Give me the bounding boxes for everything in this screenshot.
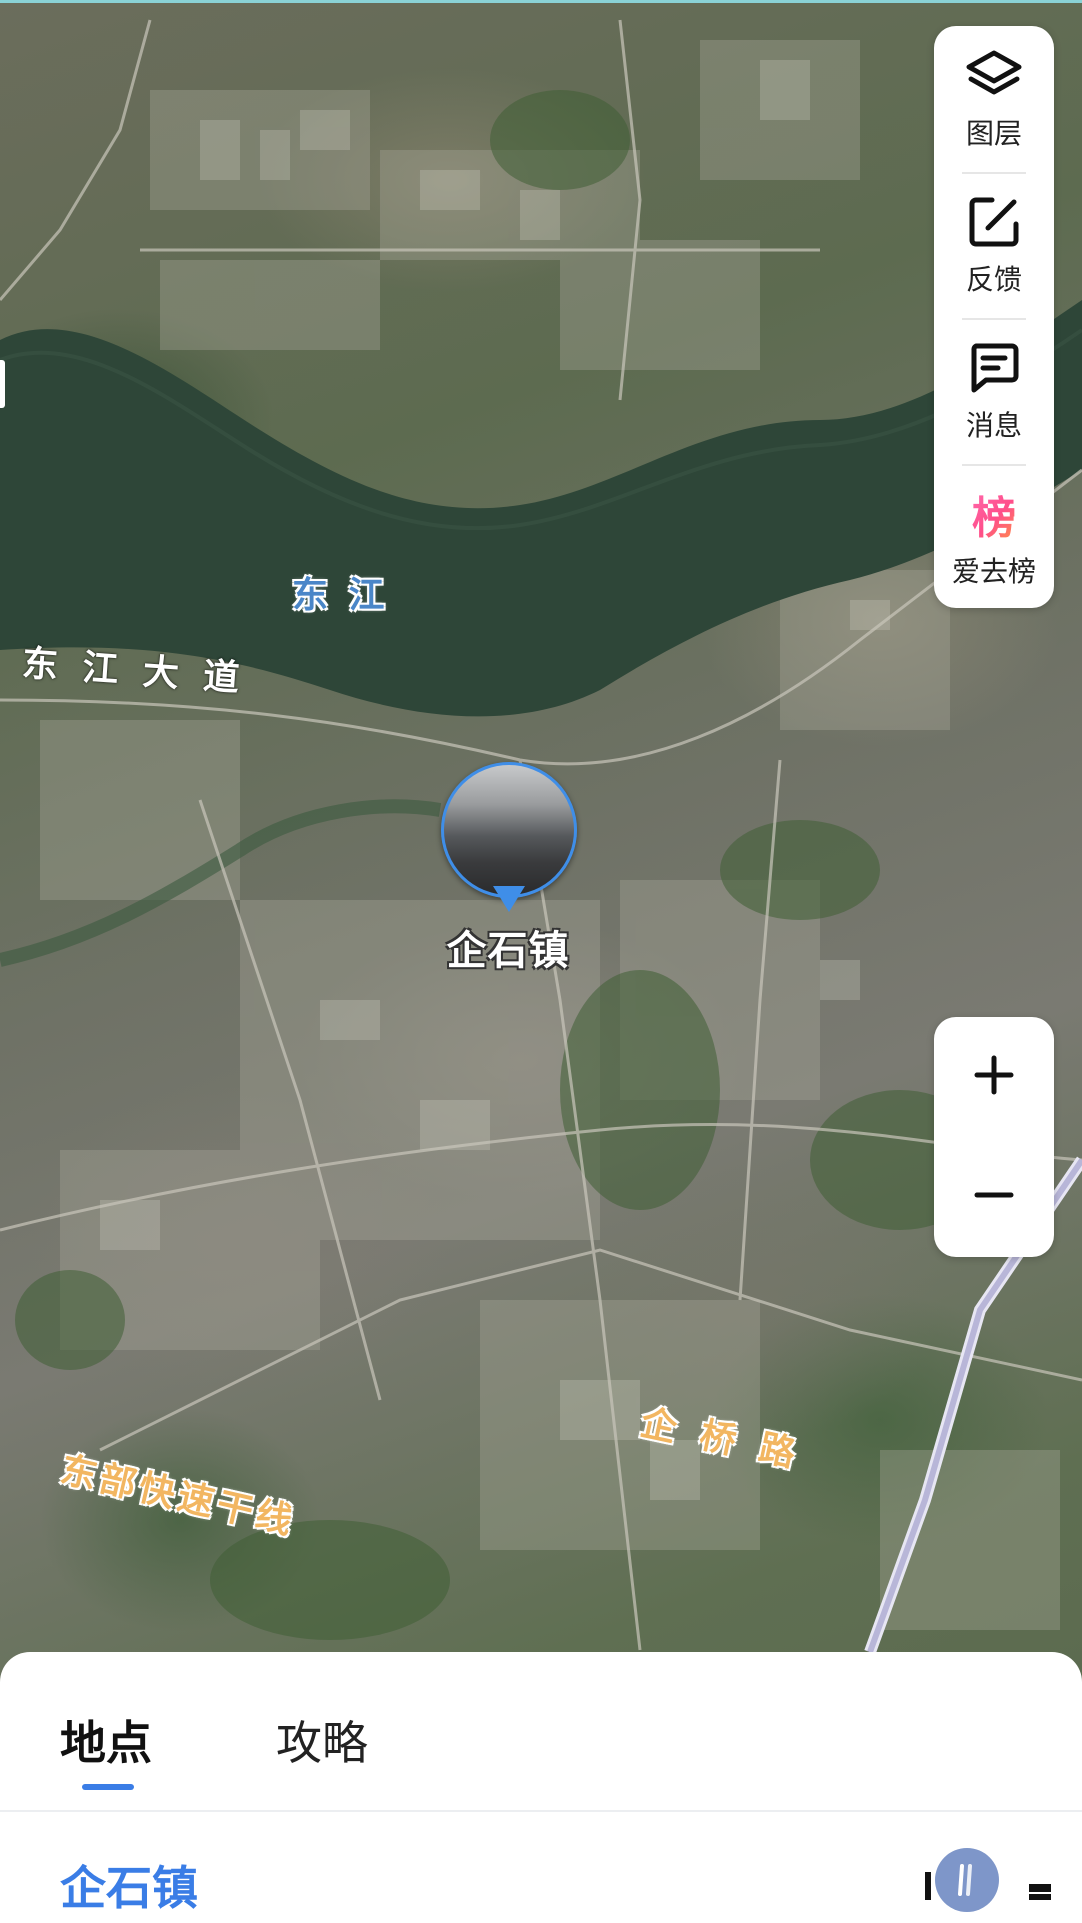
zoom-control [934,1017,1054,1257]
assistant-icon[interactable] [935,1848,999,1912]
rank-label: 爱去榜 [951,555,1036,588]
bottom-sheet: 地点 攻略 企石镇 [0,1652,1082,1923]
edit-icon [964,192,1024,252]
map-label-river: 东 江 [292,575,389,616]
active-tab-indicator [82,1784,134,1790]
zoom-in-button[interactable] [934,1017,1054,1137]
sheet-divider [0,1810,1082,1812]
layers-label: 图层 [965,117,1022,150]
zoom-out-button[interactable] [934,1137,1054,1257]
rank-badge-icon: 榜 [964,484,1024,544]
messages-label: 消息 [965,409,1022,442]
place-title[interactable]: 企石镇 [60,1852,198,1918]
layers-icon [964,46,1024,106]
marker-photo [441,762,577,898]
minus-icon [974,1175,1014,1219]
message-icon [964,338,1024,398]
tab-places[interactable]: 地点 [60,1707,152,1773]
rank-glyph: 榜 [965,487,1023,544]
marker-label[interactable]: 企石镇 [446,918,570,976]
rank-button[interactable]: 榜 爱去榜 [934,464,1054,610]
layers-button[interactable]: 图层 [934,26,1054,172]
satellite-map[interactable]: 东 江 东 江 大 道 东部快速干线 企 桥 路 企石镇 [0,0,1082,1923]
marker-pin-tip [493,886,525,912]
map-toolbar: 图层 反馈 消息 榜 爱去榜 [934,26,1054,608]
tab-guides[interactable]: 攻略 [276,1707,368,1773]
side-drawer-handle[interactable] [0,360,5,408]
messages-button[interactable]: 消息 [934,318,1054,464]
feedback-label: 反馈 [965,263,1022,296]
plus-icon [974,1055,1014,1099]
place-marker[interactable] [441,762,577,922]
feedback-button[interactable]: 反馈 [934,172,1054,318]
